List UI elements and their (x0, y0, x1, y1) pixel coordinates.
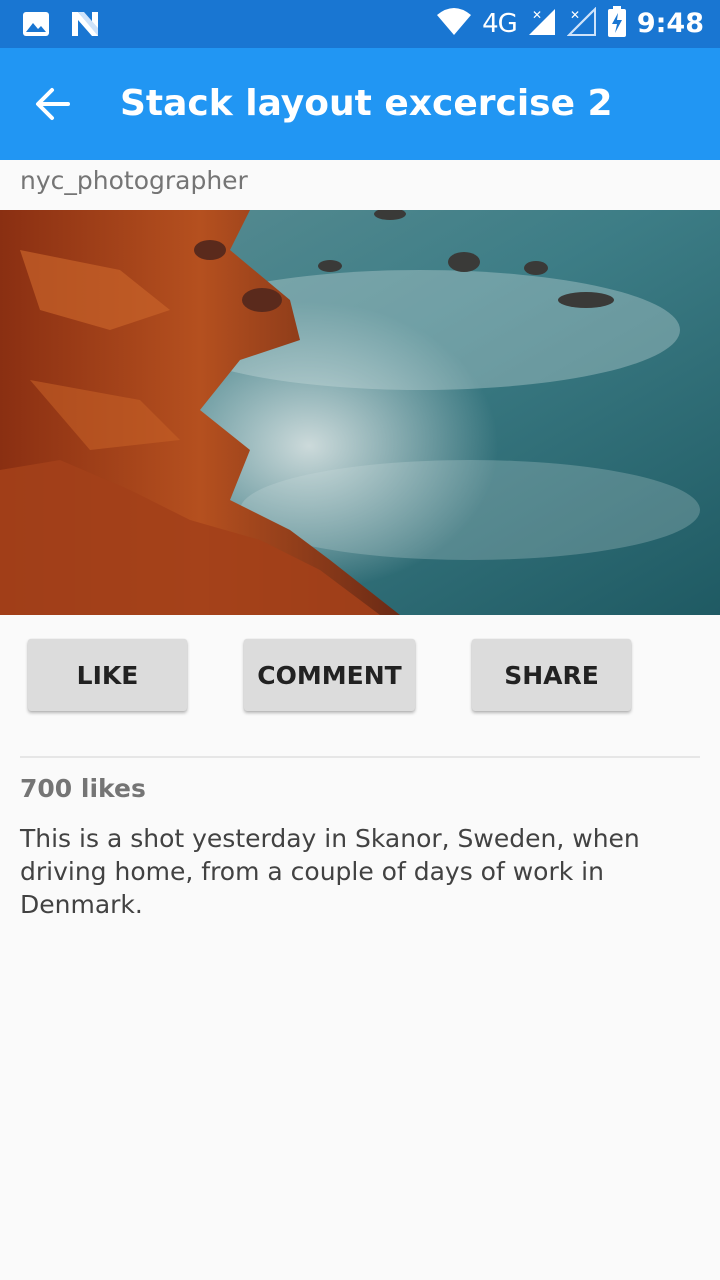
app-bar: Stack layout excercise 2 (0, 48, 720, 160)
svg-text:✕: ✕ (532, 8, 542, 22)
like-button[interactable]: LIKE (28, 639, 187, 711)
post-username: nyc_photographer (20, 166, 248, 195)
post-caption: This is a shot yesterday in Skanor, Swed… (20, 824, 640, 919)
arrow-back-icon[interactable] (32, 82, 76, 126)
network-type-label: 4G (482, 9, 518, 39)
divider (20, 756, 700, 758)
wifi-icon (436, 7, 472, 41)
post-image (0, 210, 720, 615)
battery-charging-icon (607, 6, 627, 42)
likes-count: 700 likes (20, 774, 146, 803)
status-time: 9:48 (636, 8, 704, 39)
signal-icon: ✕ (527, 7, 557, 41)
gallery-icon (22, 10, 50, 42)
svg-text:✕: ✕ (570, 8, 580, 22)
comment-button[interactable]: COMMENT (244, 639, 415, 711)
share-button[interactable]: SHARE (472, 639, 631, 711)
status-bar: 4G ✕ ✕ 9:48 (0, 0, 720, 48)
n-notification-icon (70, 10, 100, 42)
signal-empty-icon: ✕ (566, 6, 597, 41)
page-title: Stack layout excercise 2 (120, 83, 613, 124)
